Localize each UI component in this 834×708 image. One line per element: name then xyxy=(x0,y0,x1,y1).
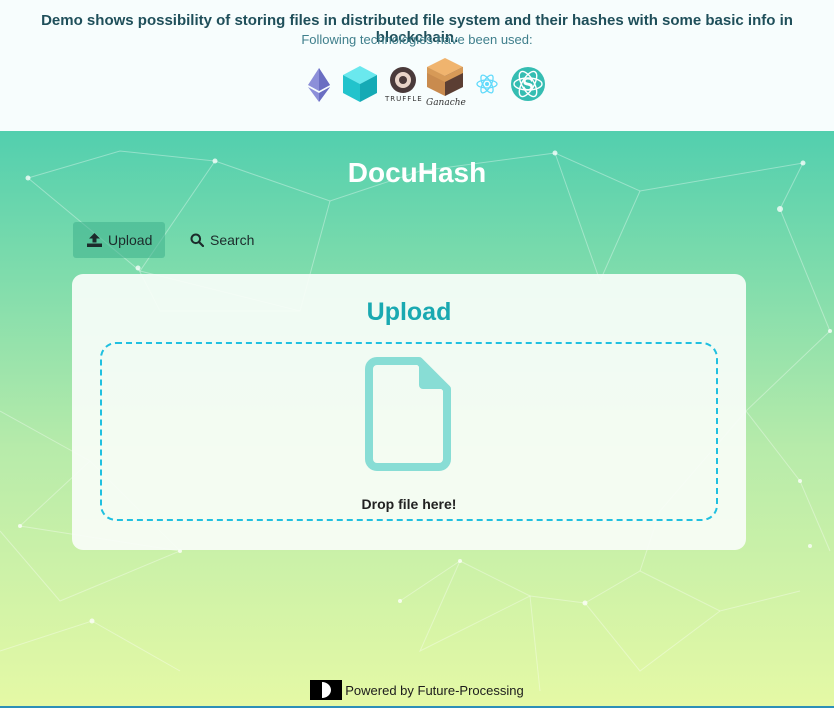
upload-card-title: Upload xyxy=(366,298,452,326)
app-title: DocuHash xyxy=(347,157,487,188)
svg-text:S: S xyxy=(522,75,534,94)
upload-icon xyxy=(87,233,102,247)
main-area: DocuHash Upload Search Upload Drop file … xyxy=(0,131,834,708)
future-processing-logo-icon xyxy=(310,680,343,700)
react-icon xyxy=(476,74,498,94)
ethereum-icon xyxy=(308,68,330,102)
truffle-icon xyxy=(390,67,416,93)
ganache-caption: Ganache xyxy=(426,98,466,108)
tab-search[interactable]: Search xyxy=(176,222,266,258)
banner-subtitle: Following technologies have been used: xyxy=(301,32,533,47)
technology-logos: TRUFFLE Ganache S xyxy=(305,58,555,110)
upload-card: Upload Drop file here! xyxy=(72,274,746,550)
dropzone-text: Drop file here! xyxy=(361,496,457,512)
ganache-icon xyxy=(427,58,463,96)
ipfs-cube-icon xyxy=(343,66,377,102)
footer: Powered by Future-Processing xyxy=(0,680,834,700)
tab-upload[interactable]: Upload xyxy=(73,222,165,258)
tab-search-label: Search xyxy=(210,232,255,248)
tab-upload-label: Upload xyxy=(108,232,153,248)
footer-text[interactable]: Powered by Future-Processing xyxy=(345,683,523,698)
file-dropzone[interactable]: Drop file here! xyxy=(100,342,718,521)
semantic-ui-icon: S xyxy=(511,67,545,101)
search-icon xyxy=(190,233,204,247)
truffle-caption: TRUFFLE xyxy=(385,95,423,103)
file-icon xyxy=(365,357,451,471)
top-banner: Demo shows possibility of storing files … xyxy=(0,0,834,131)
